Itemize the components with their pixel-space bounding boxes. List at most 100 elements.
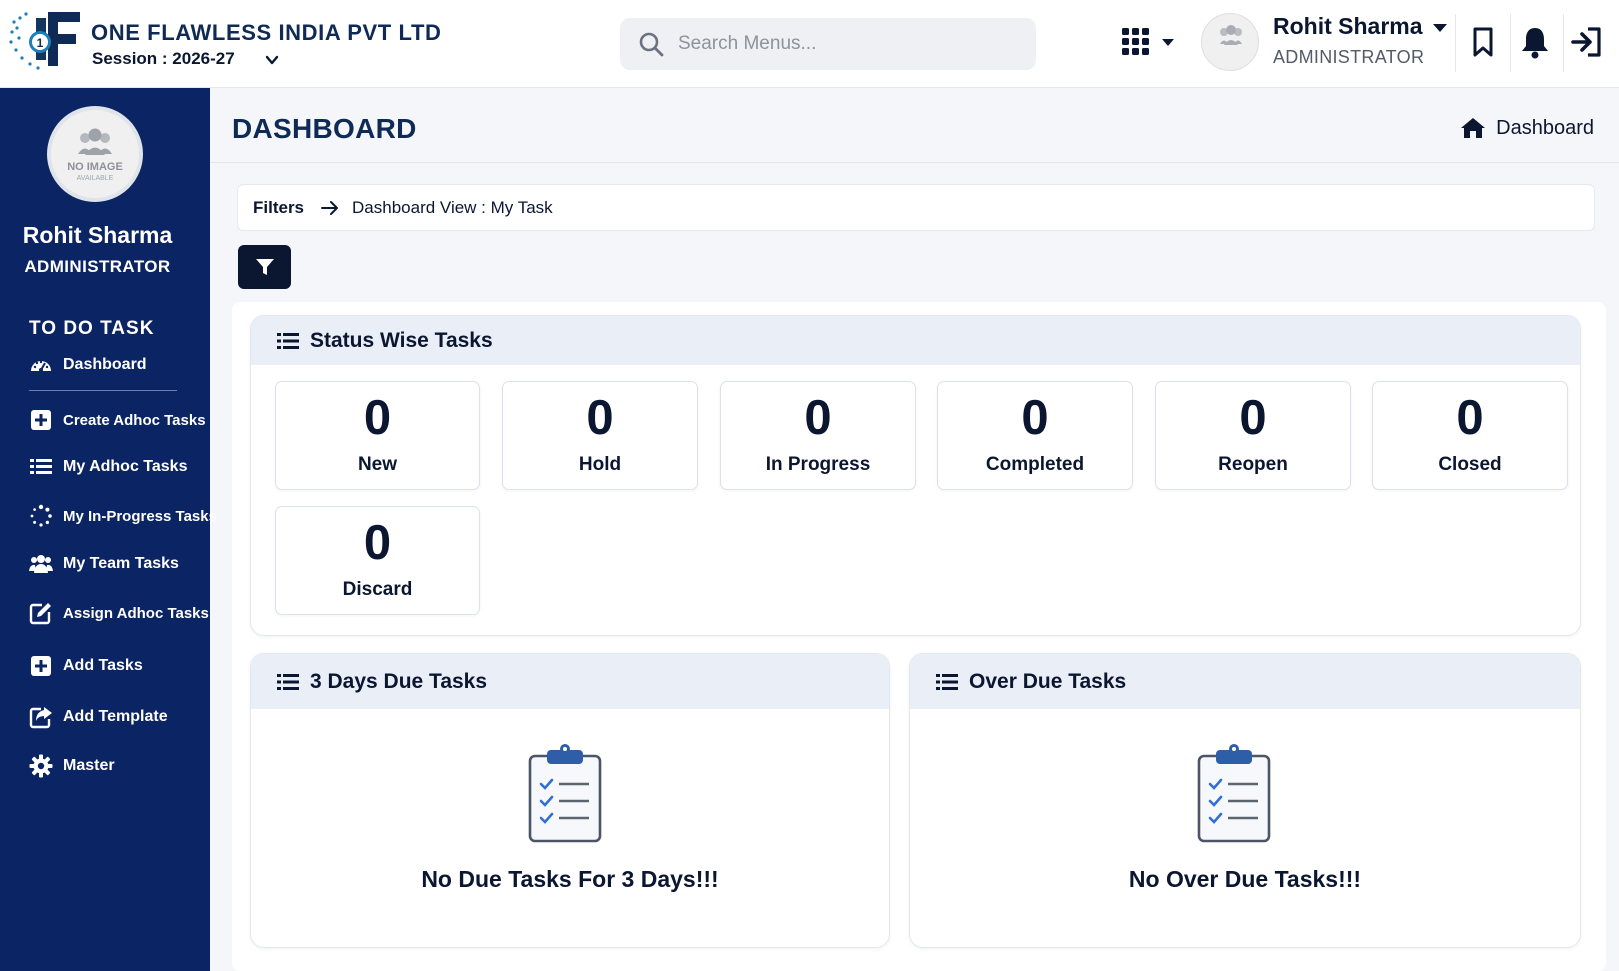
page-title: DASHBOARD <box>232 113 417 144</box>
stat-hold[interactable]: 0 Hold <box>502 381 698 490</box>
stat-discard[interactable]: 0 Discard <box>275 506 480 615</box>
page-header: DASHBOARD Dashboard <box>210 88 1619 163</box>
search-input[interactable] <box>678 28 1018 60</box>
list-icon <box>936 673 958 690</box>
bell-icon[interactable] <box>1517 24 1553 60</box>
sidebar-item-label: My Team Tasks <box>63 555 179 572</box>
user-menu[interactable]: Rohit Sharma <box>1273 13 1447 40</box>
list-icon <box>30 459 52 474</box>
sidebar-item-dashboard[interactable]: Dashboard <box>29 352 147 378</box>
apps-grid-icon[interactable] <box>1120 26 1180 60</box>
gear-icon <box>29 754 53 778</box>
three-days-due-tasks-card: 3 Days Due Tasks No Due Tasks For 3 Days… <box>250 653 890 948</box>
stat-value: 0 <box>1456 391 1484 445</box>
breadcrumb[interactable]: Dashboard <box>1460 116 1594 140</box>
stat-reopen[interactable]: 0 Reopen <box>1155 381 1351 490</box>
list-icon <box>277 673 299 690</box>
gauge-icon <box>31 360 51 372</box>
stat-value: 0 <box>363 391 392 445</box>
sidebar-section-title: TO DO TASK <box>29 318 155 339</box>
sidebar-item-label: My In-Progress Tasks <box>63 507 217 525</box>
home-icon <box>1461 118 1486 138</box>
sidebar-divider <box>29 390 177 391</box>
content-panel: Status Wise Tasks 0 New 0 Hold 0 In Prog… <box>232 302 1606 971</box>
list-icon <box>277 332 299 349</box>
sidebar-item-add-template[interactable]: Add Template <box>29 704 168 730</box>
sidebar-item-label: Create Adhoc Tasks <box>63 411 206 429</box>
sidebar-item-add-tasks[interactable]: Add Tasks <box>29 653 143 679</box>
search-box[interactable] <box>620 18 1036 70</box>
user-name: Rohit Sharma <box>1273 13 1423 39</box>
divider <box>1563 14 1564 72</box>
sidebar-item-create-adhoc-tasks[interactable]: Create Adhoc Tasks <box>29 407 206 433</box>
bookmark-icon[interactable] <box>1465 24 1501 60</box>
search-icon <box>639 32 664 57</box>
stat-label: Completed <box>985 454 1085 475</box>
stat-new[interactable]: 0 New <box>275 381 480 490</box>
svg-text:1: 1 <box>37 36 44 50</box>
stat-completed[interactable]: 0 Completed <box>937 381 1133 490</box>
top-header: 1 ONE FLAWLESS INDIA PVT LTD Session : 2… <box>0 0 1619 88</box>
stat-label: In Progress <box>765 454 871 475</box>
empty-state-message: No Over Due Tasks!!! <box>1128 866 1362 892</box>
session-selector[interactable]: Session : 2026-27 <box>92 49 279 69</box>
sidebar-item-master[interactable]: Master <box>29 753 115 779</box>
over-due-tasks-card: Over Due Tasks No Over Due Tasks!!! <box>909 653 1581 948</box>
sidebar-item-assign-adhoc-tasks[interactable]: Assign Adhoc Tasks <box>29 600 209 626</box>
session-label: Session : 2026-27 <box>92 49 235 68</box>
logout-icon[interactable] <box>1569 24 1605 60</box>
card-header: Over Due Tasks <box>910 654 1580 709</box>
card-header: 3 Days Due Tasks <box>251 654 889 709</box>
no-image-icon <box>1220 25 1242 45</box>
users-icon <box>29 555 53 573</box>
plus-square-icon <box>31 410 51 430</box>
company-name: ONE FLAWLESS INDIA PVT LTD <box>91 20 442 45</box>
stat-label: Closed <box>1438 454 1502 475</box>
filters-view-text: Dashboard View : My Task <box>352 197 553 217</box>
sidebar-item-label: Add Template <box>63 708 168 725</box>
user-role: ADMINISTRATOR <box>1273 47 1425 67</box>
empty-state-message: No Due Tasks For 3 Days!!! <box>421 866 719 892</box>
stat-label: Hold <box>578 454 622 475</box>
chevron-down-icon <box>266 55 279 64</box>
stat-value: 0 <box>586 391 614 445</box>
filters-label: Filters <box>253 197 305 217</box>
sidebar-item-my-in-progress-tasks[interactable]: My In-Progress Tasks <box>29 503 217 529</box>
available-text: AVAILABLE <box>77 175 114 182</box>
sidebar-item-my-team-tasks[interactable]: My Team Tasks <box>29 551 179 577</box>
filter-button[interactable] <box>238 245 291 289</box>
card-title: 3 Days Due Tasks <box>310 669 488 693</box>
stat-value: 0 <box>363 516 392 570</box>
sidebar-item-label: Assign Adhoc Tasks <box>63 604 209 622</box>
sidebar-item-label: Master <box>63 757 115 774</box>
stat-value: 0 <box>1021 391 1049 445</box>
stat-label: New <box>357 454 398 475</box>
stat-in-progress[interactable]: 0 In Progress <box>720 381 916 490</box>
filters-bar: Filters Dashboard View : My Task <box>237 184 1595 231</box>
user-avatar[interactable] <box>1201 13 1259 71</box>
status-wise-tasks-card: Status Wise Tasks 0 New 0 Hold 0 In Prog… <box>250 315 1581 636</box>
share-square-icon <box>29 707 52 729</box>
caret-down-icon <box>1432 23 1447 32</box>
card-title: Status Wise Tasks <box>310 328 493 352</box>
stat-value: 0 <box>804 391 832 445</box>
stat-label: Discard <box>342 579 413 600</box>
clipboard-checklist-icon <box>528 744 602 843</box>
card-title: Over Due Tasks <box>969 669 1127 693</box>
stat-closed[interactable]: 0 Closed <box>1372 381 1568 490</box>
plus-square-icon <box>31 656 51 676</box>
sidebar-user-name: Rohit Sharma <box>22 222 173 248</box>
company-logo[interactable]: 1 <box>8 8 84 72</box>
no-image-text: NO IMAGE <box>67 161 123 173</box>
no-image-icon: NO IMAGE AVAILABLE <box>67 128 123 182</box>
sidebar-user-role: ADMINISTRATOR <box>24 257 171 276</box>
sidebar-item-label: Dashboard <box>63 356 147 373</box>
sidebar: NO IMAGE AVAILABLE Rohit Sharma ADMINIST… <box>0 88 217 971</box>
sidebar-item-my-adhoc-tasks[interactable]: My Adhoc Tasks <box>29 454 187 480</box>
breadcrumb-label: Dashboard <box>1496 116 1594 139</box>
clipboard-checklist-icon <box>1197 744 1271 843</box>
stat-label: Reopen <box>1218 454 1288 475</box>
sidebar-avatar: NO IMAGE AVAILABLE <box>47 106 143 202</box>
arrow-right-icon <box>321 200 339 215</box>
divider <box>1510 14 1511 72</box>
